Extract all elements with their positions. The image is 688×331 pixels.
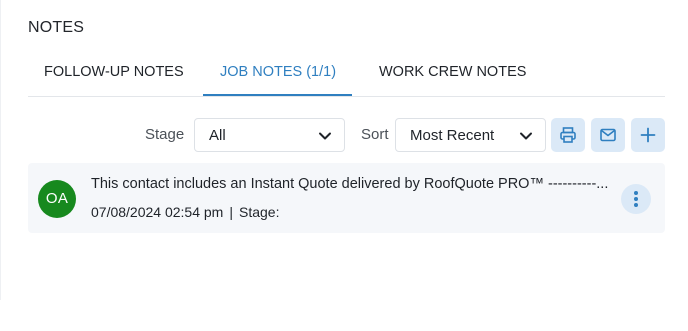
avatar: OA — [38, 180, 76, 218]
note-datetime: 07/08/2024 02:54 pm — [91, 204, 224, 220]
note-stage-label: Stage: — [238, 204, 280, 220]
tab-work-crew-notes[interactable]: WORK CREW NOTES — [379, 64, 526, 80]
stage-select-value: All — [209, 127, 226, 144]
meta-separator: | — [229, 204, 233, 220]
sort-select-value: Most Recent — [410, 127, 495, 144]
chevron-down-icon — [520, 132, 532, 140]
stage-filter-label: Stage — [145, 126, 185, 143]
add-note-button[interactable] — [631, 118, 665, 152]
email-button[interactable] — [591, 118, 625, 152]
mail-icon — [600, 128, 616, 142]
note-text: This contact includes an Instant Quote d… — [91, 176, 609, 192]
tab-follow-up-notes[interactable]: FOLLOW-UP NOTES — [44, 64, 184, 80]
chevron-down-icon — [319, 132, 331, 140]
stage-select[interactable]: All — [194, 118, 345, 152]
notes-panel: NOTES FOLLOW-UP NOTES JOB NOTES (1/1) WO… — [0, 0, 688, 300]
note-item[interactable]: OA This contact includes an Instant Quot… — [28, 163, 665, 233]
print-icon — [560, 127, 576, 143]
print-button[interactable] — [551, 118, 585, 152]
note-more-options-button[interactable] — [621, 184, 651, 214]
active-tab-indicator — [203, 94, 352, 96]
sort-filter-label: Sort — [361, 126, 389, 143]
page-background — [0, 300, 688, 331]
note-meta: 07/08/2024 02:54 pm | Stage: — [91, 204, 279, 220]
section-title: NOTES — [28, 19, 85, 36]
sort-select[interactable]: Most Recent — [395, 118, 546, 152]
plus-icon — [640, 127, 656, 143]
notes-tabs: FOLLOW-UP NOTES JOB NOTES (1/1) WORK CRE… — [28, 54, 665, 97]
tab-job-notes[interactable]: JOB NOTES (1/1) — [220, 64, 336, 80]
